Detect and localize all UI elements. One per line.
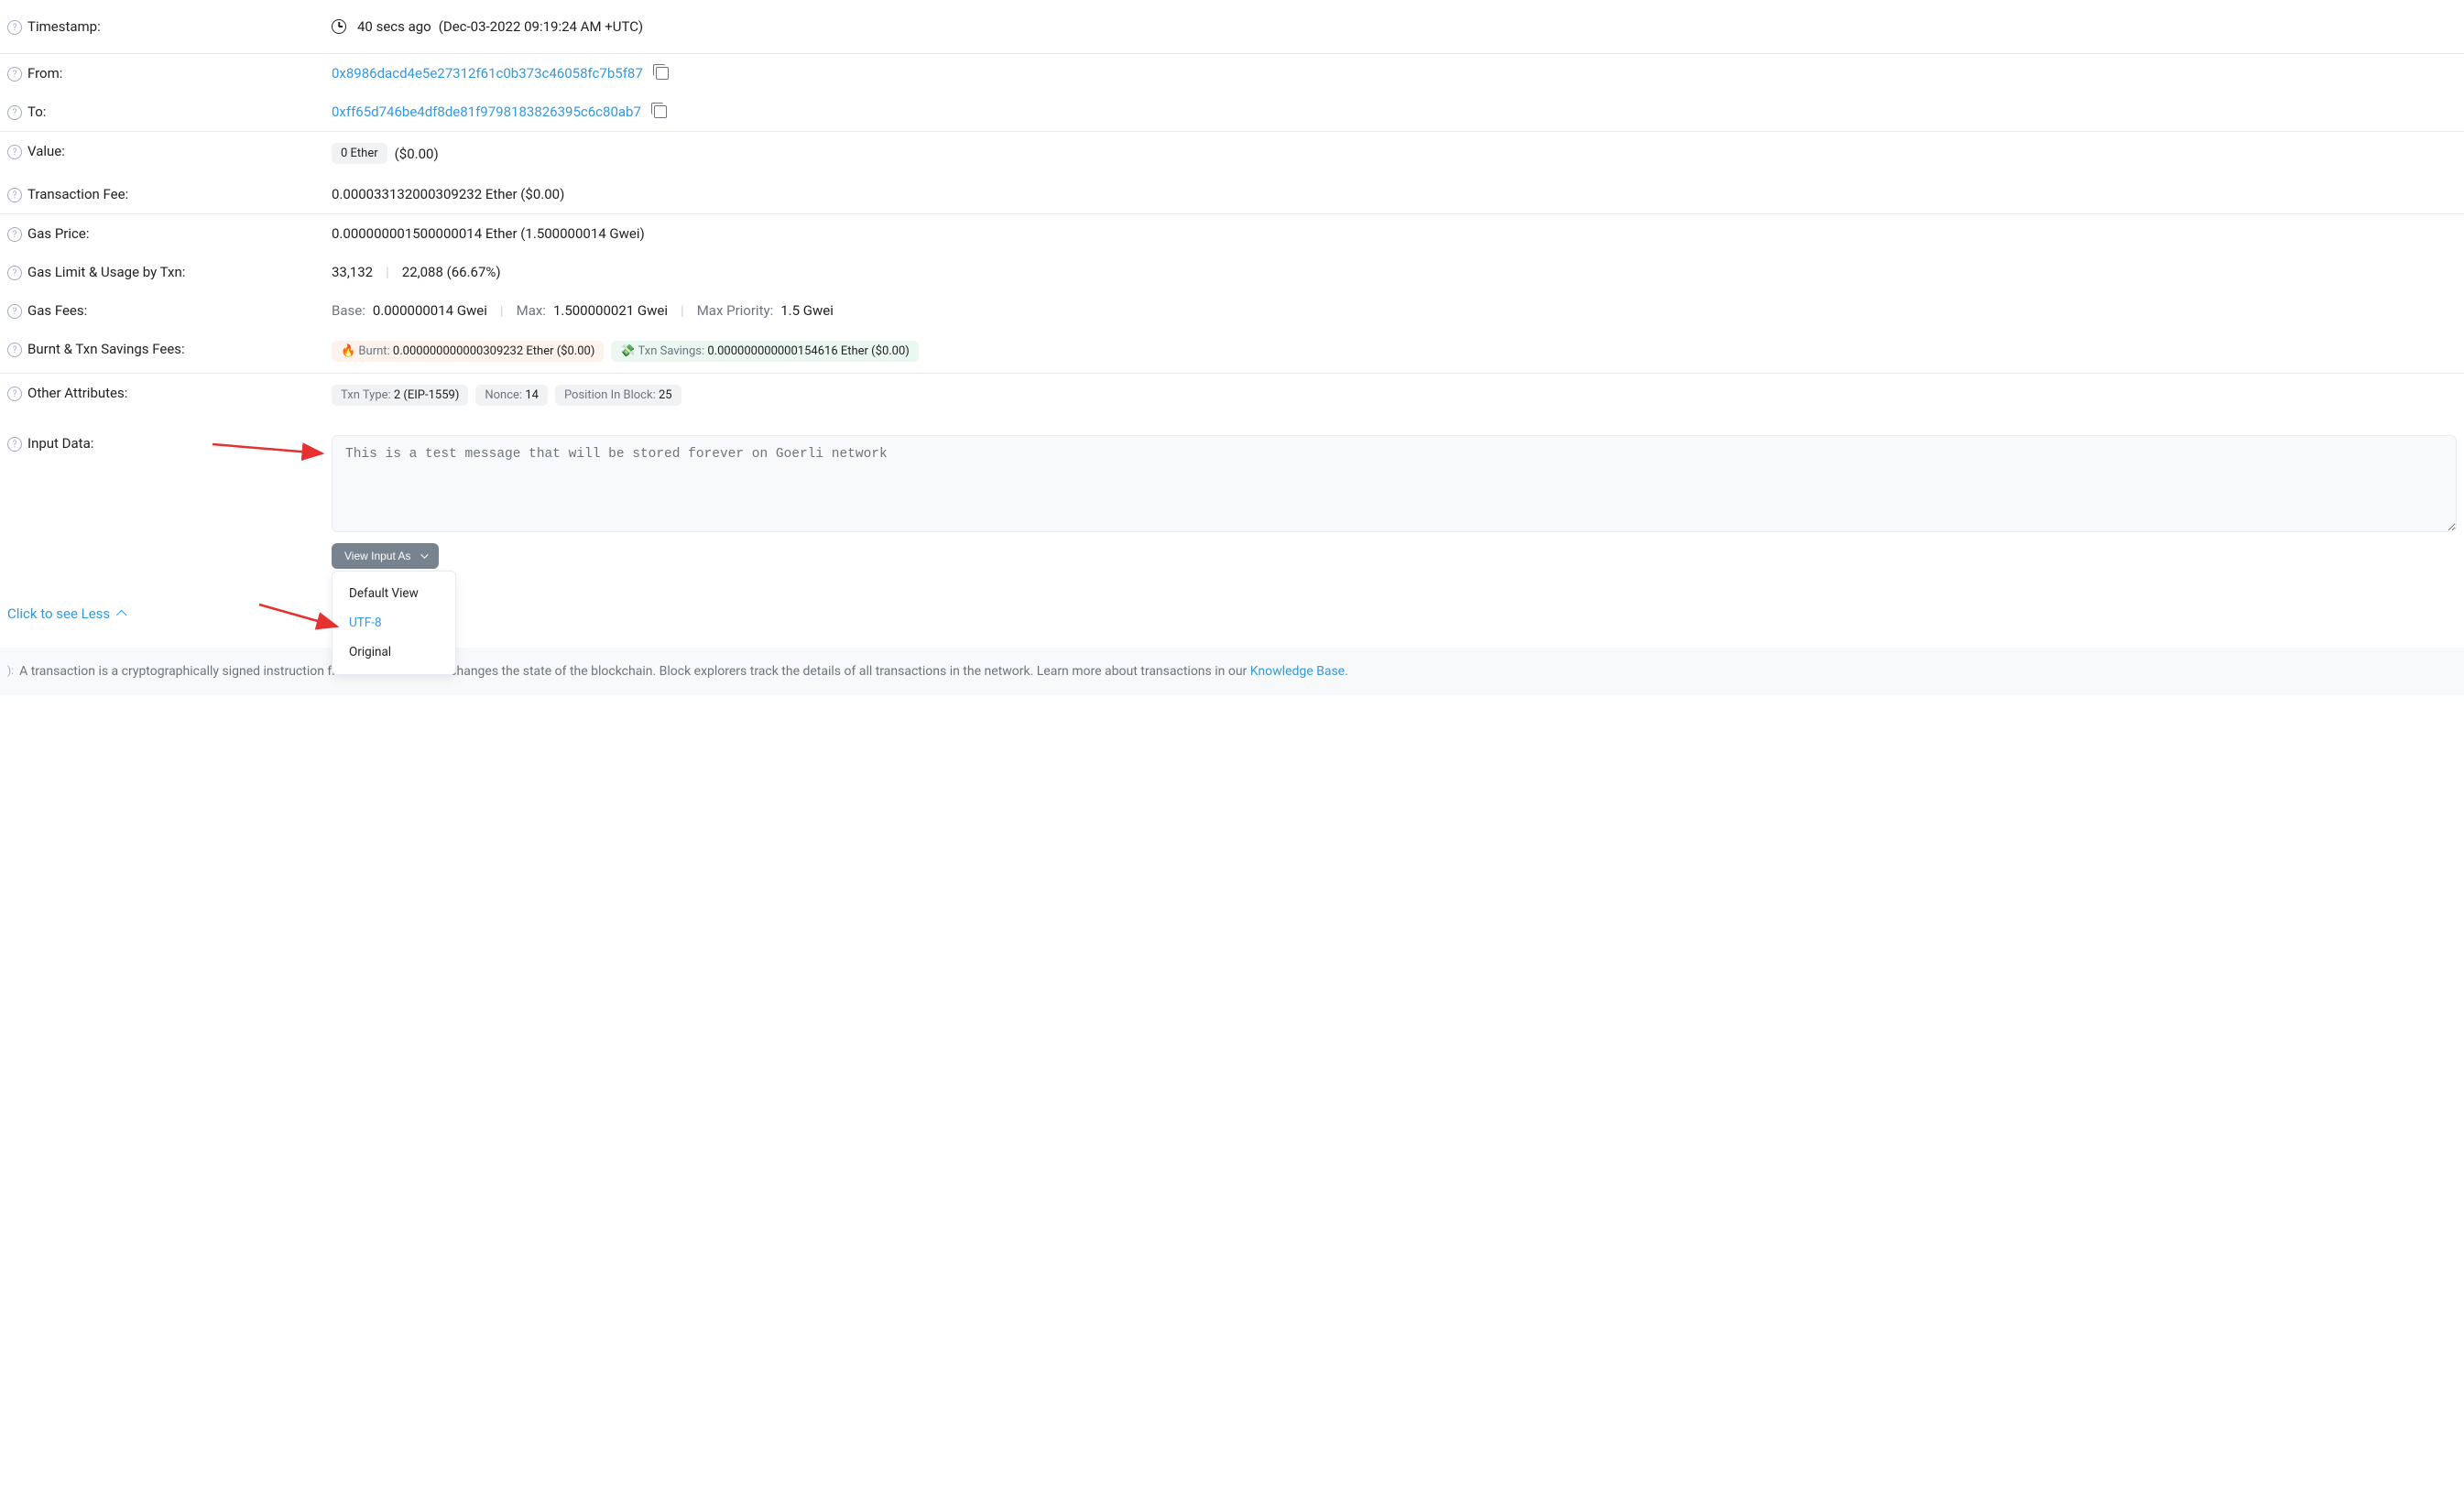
knowledge-base-link[interactable]: Knowledge Base [1250,664,1345,679]
pipe-divider: | [500,302,504,319]
value-eth-pill: 0 Ether [332,143,387,164]
row-from: ? From: 0x8986dacd4e5e27312f61c0b373c460… [0,54,2464,93]
savings-value: 0.000000000000154616 Ether ($0.00) [707,344,909,358]
burnt-badge: 🔥 Burnt: 0.000000000000309232 Ether ($0.… [332,341,604,362]
gas-base-value: 0.000000014 Gwei [373,302,487,319]
row-to: ? To: 0xff65d746be4df8de81f9798183826395… [0,93,2464,132]
dropdown-item-utf8[interactable]: UTF-8 [333,608,455,638]
gas-max-label: Max: [517,302,546,319]
gas-price-value: 0.000000001500000014 Ether (1.500000014 … [332,225,645,242]
label-gas-limit-usage: Gas Limit & Usage by Txn: [27,264,185,280]
help-icon[interactable]: ? [7,387,22,401]
gas-limit-value: 33,132 [332,264,373,280]
value-usd: ($0.00) [395,146,439,162]
row-gas-limit-usage: ? Gas Limit & Usage by Txn: 33,132 | 22,… [0,253,2464,291]
label-timestamp: Timestamp: [27,18,101,35]
timestamp-absolute: (Dec-03-2022 09:19:24 AM +UTC) [439,18,643,35]
row-other-attrs: ? Other Attributes: Txn Type: 2 (EIP-155… [0,374,2464,417]
input-data-textarea[interactable]: This is a test message that will be stor… [332,435,2457,532]
arrow-up-icon [116,610,126,620]
help-icon[interactable]: ? [7,343,22,357]
txn-type-value: 2 (EIP-1559) [394,388,459,402]
gas-usage-value: 22,088 (66.67%) [402,264,501,280]
view-input-as-button[interactable]: View Input As [332,543,439,569]
dropdown-item-original[interactable]: Original [333,638,455,667]
row-timestamp: ? Timestamp: 40 secs ago (Dec-03-2022 09… [0,0,2464,54]
clock-icon [332,19,346,34]
chevron-down-icon [420,550,428,558]
help-icon[interactable]: ? [7,145,22,159]
copy-icon[interactable] [654,105,667,118]
help-icon[interactable]: ? [7,188,22,202]
row-gas-price: ? Gas Price: 0.000000001500000014 Ether … [0,214,2464,253]
txn-type-pill: Txn Type: 2 (EIP-1559) [332,385,468,406]
help-icon[interactable]: ? [7,105,22,120]
savings-badge: 💸 Txn Savings: 0.000000000000154616 Ethe… [611,341,918,362]
burnt-label: Burnt: [358,344,389,358]
label-input-data: Input Data: [27,435,93,452]
gas-base-label: Base: [332,302,365,319]
nonce-label: Nonce: [485,388,522,402]
label-other-attrs: Other Attributes: [27,385,127,401]
help-icon[interactable]: ? [7,266,22,280]
pipe-divider: | [681,302,684,319]
to-address-link[interactable]: 0xff65d746be4df8de81f9798183826395c6c80a… [332,104,641,120]
help-icon[interactable]: ? [7,227,22,242]
label-gas-price: Gas Price: [27,225,89,242]
position-value: 25 [659,388,672,402]
help-icon[interactable]: ? [7,304,22,319]
view-input-as-dropdown: View Input As Default View UTF-8 [332,532,439,569]
label-burnt-savings: Burnt & Txn Savings Fees: [27,341,185,357]
row-burnt-savings: ? Burnt & Txn Savings Fees: 🔥 Burnt: 0.0… [0,330,2464,374]
gas-max-value: 1.500000021 Gwei [553,302,668,319]
label-value: Value: [27,143,65,159]
gas-max-priority-label: Max Priority: [697,302,774,319]
pipe-divider: | [386,264,389,280]
copy-icon[interactable] [656,67,669,80]
position-label: Position In Block: [564,388,656,402]
nonce-value: 14 [525,388,539,402]
see-less-label: Click to see Less [7,605,110,622]
gas-max-priority-value: 1.5 Gwei [780,302,834,319]
savings-label: Txn Savings: [638,344,705,358]
nonce-pill: Nonce: 14 [475,385,548,406]
label-txn-fee: Transaction Fee: [27,186,128,202]
timestamp-relative: 40 secs ago [357,18,431,35]
txn-type-label: Txn Type: [341,388,391,402]
from-address-link[interactable]: 0x8986dacd4e5e27312f61c0b373c46058fc7b5f… [332,65,643,82]
label-gas-fees: Gas Fees: [27,302,87,319]
burnt-value: 0.000000000000309232 Ether ($0.00) [393,344,594,358]
position-pill: Position In Block: 25 [555,385,681,406]
row-input-data: ? Input Data: This is a test message tha… [0,417,2464,587]
bulb-icon: ): [7,664,14,677]
row-txn-fee: ? Transaction Fee: 0.000033132000309232 … [0,175,2464,214]
footer-text-prefix: A transaction is a cryptographically sig… [19,664,1250,679]
dropdown-item-default[interactable]: Default View [333,579,455,608]
view-input-as-label: View Input As [344,550,411,562]
label-to: To: [27,104,46,120]
row-value: ? Value: 0 Ether ($0.00) [0,132,2464,175]
help-icon[interactable]: ? [7,67,22,82]
footer-text-suffix: . [1345,664,1348,679]
fire-icon: 🔥 [341,344,355,358]
row-gas-fees: ? Gas Fees: Base: 0.000000014 Gwei | Max… [0,291,2464,330]
label-from: From: [27,65,62,82]
money-icon: 💸 [620,344,635,358]
view-input-as-menu: Default View UTF-8 Original [332,571,456,675]
txn-fee-value: 0.000033132000309232 Ether ($0.00) [332,186,564,202]
help-icon[interactable]: ? [7,20,22,35]
help-icon[interactable]: ? [7,437,22,452]
